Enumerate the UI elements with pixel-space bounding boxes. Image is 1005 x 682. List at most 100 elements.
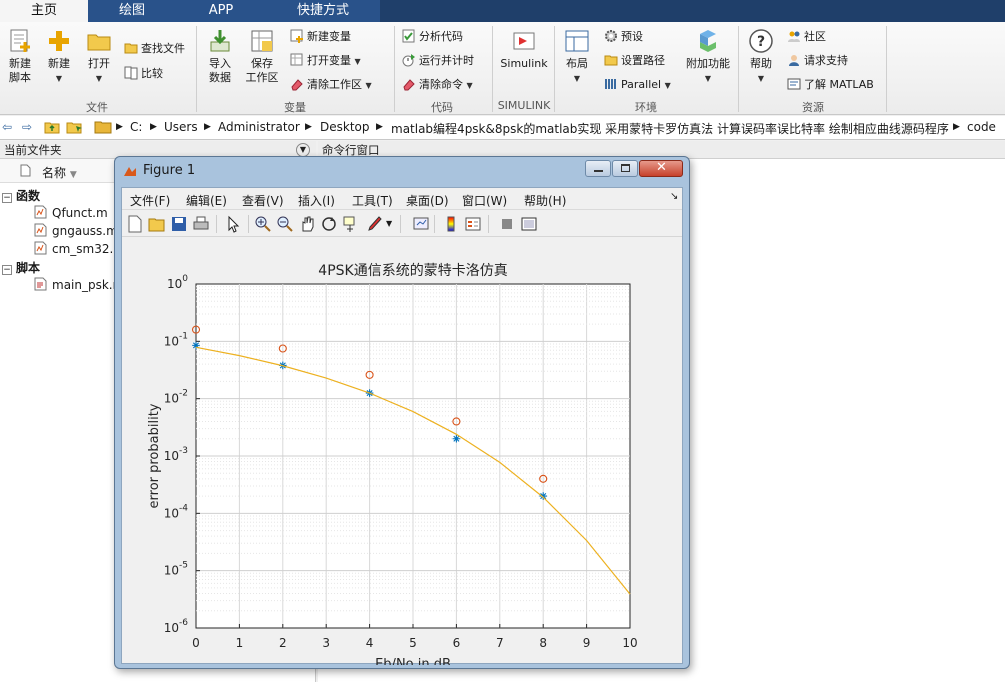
name-column-header[interactable]: 名称 ▼ xyxy=(42,164,77,181)
zoom-in-icon[interactable] xyxy=(254,215,272,233)
path-segment-project[interactable]: matlab编程4psk&8psk的matlab实现 采用蒙特卡罗仿真法 计算误… xyxy=(391,120,949,137)
path-separator-icon: ▶ xyxy=(376,122,383,132)
print-icon[interactable] xyxy=(192,215,210,233)
pan-hand-icon[interactable] xyxy=(298,215,316,233)
path-separator-icon: ▶ xyxy=(953,122,960,132)
learn-matlab-button[interactable]: 了解 MATLAB xyxy=(787,76,874,94)
import-data-button[interactable]: 导入 数据 xyxy=(203,28,237,85)
set-path-button[interactable]: 设置路径 xyxy=(604,52,665,70)
forward-icon[interactable]: ⇨ xyxy=(22,120,32,134)
collapse-icon[interactable]: − xyxy=(2,265,12,275)
section-functions[interactable]: − 函数 xyxy=(2,187,40,204)
analyze-code-button[interactable]: 分析代码 xyxy=(402,28,463,46)
preferences-button[interactable]: 预设 xyxy=(604,28,643,46)
menu-file[interactable]: 文件(F) xyxy=(130,192,170,209)
colorbar-icon[interactable] xyxy=(442,215,460,233)
file-type-column-icon xyxy=(20,164,31,180)
new-variable-button[interactable]: 新建变量 xyxy=(290,28,351,46)
menu-view[interactable]: 查看(V) xyxy=(242,192,284,209)
compare-button[interactable]: 比较 xyxy=(124,65,163,83)
find-files-button[interactable]: 查找文件 xyxy=(124,40,185,58)
back-icon[interactable]: ⇦ xyxy=(2,120,12,134)
group-separator xyxy=(554,26,555,112)
file-item[interactable]: Qfunct.m xyxy=(34,205,108,220)
chevron-down-icon: ▼ xyxy=(95,74,103,83)
plot-canvas[interactable]: 0 1 2 3 4 5 6 7 8 9 1010010-110-210-310-410-510-6 … xyxy=(122,238,682,665)
open-file-icon[interactable] xyxy=(148,215,166,233)
up-folder-icon[interactable] xyxy=(44,120,60,137)
data-cursor-icon[interactable] xyxy=(342,215,360,233)
y-tick-label: 100 xyxy=(167,274,188,291)
new-button[interactable]: 新建 ▼ xyxy=(44,28,74,86)
file-item[interactable]: gngauss.m xyxy=(34,223,118,238)
find-files-icon xyxy=(124,43,138,54)
legend-icon[interactable] xyxy=(464,215,482,233)
m-file-icon xyxy=(34,241,47,255)
clear-workspace-button[interactable]: 清除工作区 ▼ xyxy=(290,76,372,94)
tab-apps[interactable]: APP xyxy=(176,0,266,22)
file-item[interactable]: main_psk.m xyxy=(34,277,124,292)
request-support-button[interactable]: 请求支持 xyxy=(787,52,848,70)
new-figure-icon[interactable] xyxy=(126,215,144,233)
tab-home[interactable]: 主页 xyxy=(0,0,88,22)
figure-title-bar[interactable]: Figure 1 ✕ xyxy=(115,157,689,185)
tab-plots[interactable]: 绘图 xyxy=(88,0,176,22)
path-segment-code[interactable]: code xyxy=(967,120,996,134)
chevron-down-icon: ▼ xyxy=(354,57,361,66)
maximize-button[interactable] xyxy=(612,160,638,177)
layout-button[interactable]: 布局 ▼ xyxy=(562,28,592,86)
tab-shortcuts[interactable]: 快捷方式 xyxy=(266,0,380,22)
pointer-icon[interactable] xyxy=(224,215,242,233)
learn-icon xyxy=(787,78,801,90)
open-variable-button[interactable]: 打开变量 ▼ xyxy=(290,52,361,70)
menu-desktop[interactable]: 桌面(D) xyxy=(406,192,449,209)
path-segment-drive[interactable]: C: xyxy=(130,120,142,134)
minimize-button[interactable] xyxy=(585,160,611,177)
help-button[interactable]: ? 帮助 ▼ xyxy=(746,28,776,86)
toolbar-separator xyxy=(400,215,401,233)
chevron-down-icon: ▼ xyxy=(664,81,671,90)
menu-help[interactable]: 帮助(H) xyxy=(524,192,566,209)
menu-tools[interactable]: 工具(T) xyxy=(352,192,393,209)
add-ons-button[interactable]: 附加功能 ▼ xyxy=(684,28,732,86)
menu-insert[interactable]: 插入(I) xyxy=(298,192,335,209)
path-segment-desktop[interactable]: Desktop xyxy=(320,120,370,134)
save-icon[interactable] xyxy=(170,215,188,233)
link-plot-icon[interactable] xyxy=(412,215,430,233)
new-script-button[interactable]: 新建 脚本 xyxy=(4,28,36,85)
simulink-button[interactable]: Simulink xyxy=(499,28,549,71)
dock-icon[interactable]: ↘ xyxy=(670,191,678,202)
show-plot-tools-icon[interactable] xyxy=(520,215,538,233)
menu-edit[interactable]: 编辑(E) xyxy=(186,192,227,209)
section-scripts[interactable]: − 脚本 xyxy=(2,259,40,276)
hide-plot-tools-icon[interactable] xyxy=(498,215,516,233)
collapse-icon[interactable]: − xyxy=(2,193,12,203)
chevron-down-icon[interactable]: ▼ xyxy=(386,219,392,228)
y-tick-label: 10-2 xyxy=(164,389,188,406)
add-ons-icon xyxy=(700,30,716,52)
m-file-icon xyxy=(34,205,47,219)
file-item[interactable]: cm_sm32.m xyxy=(34,241,125,256)
zoom-out-icon[interactable] xyxy=(276,215,294,233)
menu-window[interactable]: 窗口(W) xyxy=(462,192,507,209)
brush-icon[interactable] xyxy=(366,215,384,233)
support-icon xyxy=(789,55,799,66)
run-and-time-button[interactable]: 运行并计时 xyxy=(402,52,474,70)
path-segment-users[interactable]: Users xyxy=(164,120,198,134)
save-workspace-button[interactable]: 保存 工作区 xyxy=(244,28,280,85)
path-segment-administrator[interactable]: Administrator xyxy=(218,120,300,134)
browse-folder-icon[interactable] xyxy=(66,120,84,137)
current-folder-title: 当前文件夹 xyxy=(4,143,62,157)
toolbar-separator xyxy=(488,215,489,233)
panel-menu-icon[interactable]: ▼ xyxy=(296,143,310,157)
parallel-button[interactable]: Parallel ▼ xyxy=(604,76,671,94)
open-button[interactable]: 打开 ▼ xyxy=(84,28,114,86)
eraser-icon xyxy=(291,79,303,91)
y-tick-label: 10-5 xyxy=(164,561,188,578)
community-button[interactable]: 社区 xyxy=(787,28,826,46)
close-button[interactable]: ✕ xyxy=(639,160,683,177)
clear-commands-button[interactable]: 清除命令 ▼ xyxy=(402,76,473,94)
chevron-down-icon: ▼ xyxy=(573,74,581,83)
rotate-3d-icon[interactable] xyxy=(320,215,338,233)
x-tick-label: 9 xyxy=(583,636,591,650)
